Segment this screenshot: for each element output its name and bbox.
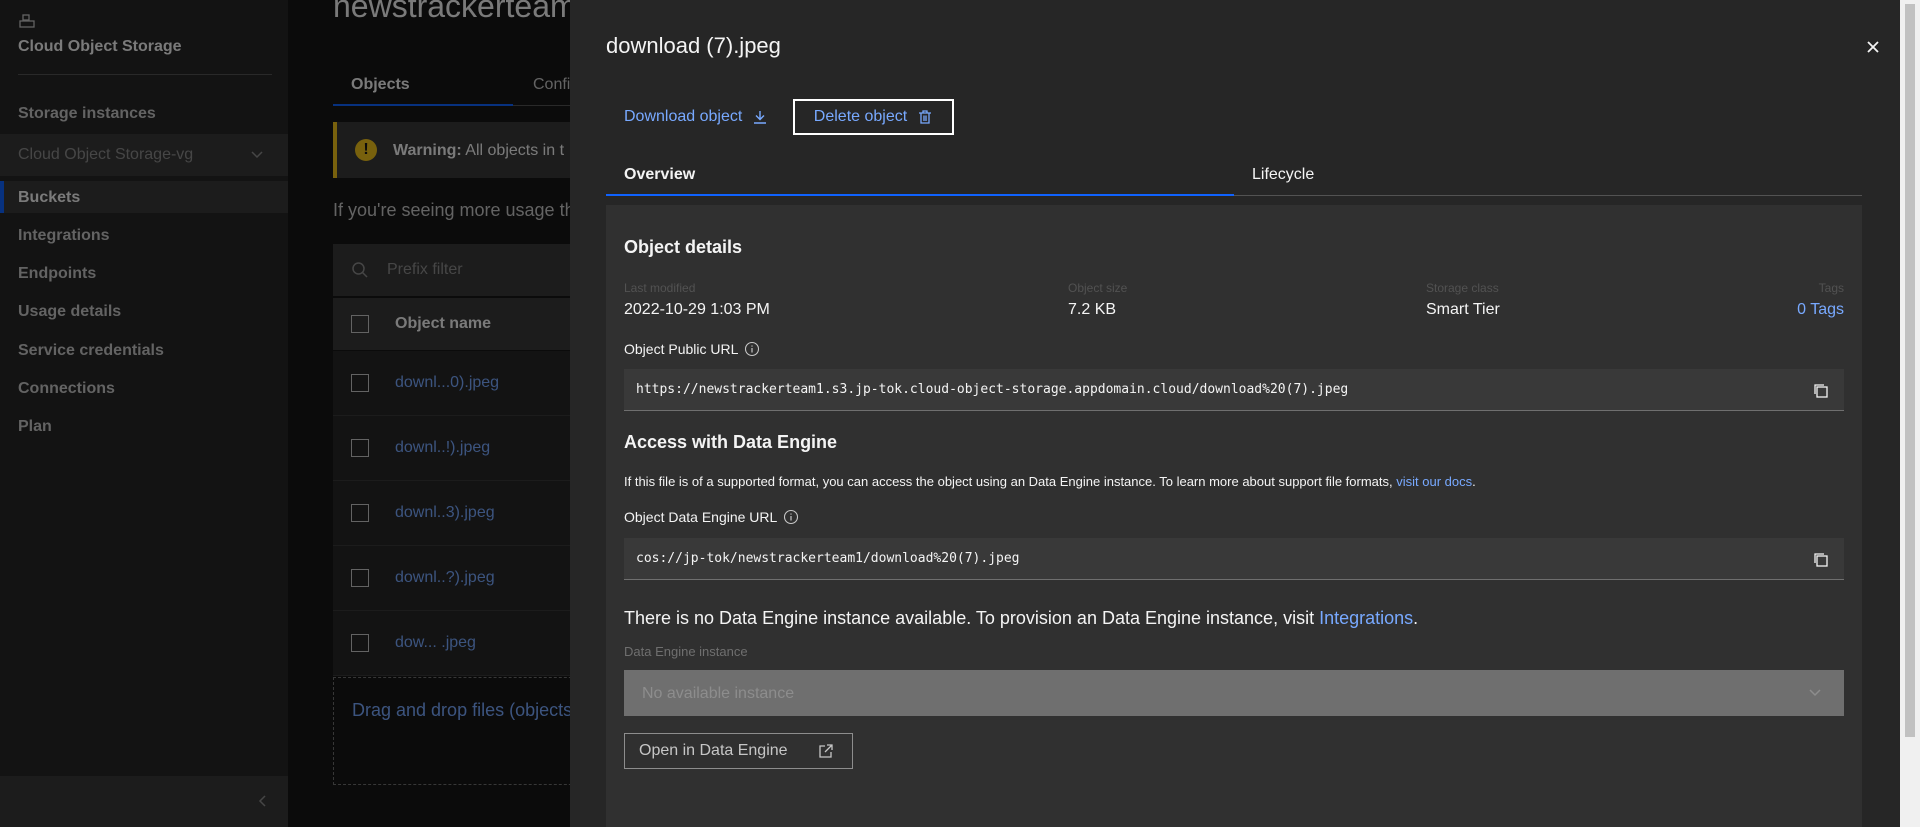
download-icon: [754, 111, 767, 124]
public-url-value: https://newstrackerteam1.s3.jp-tok.cloud…: [636, 382, 1349, 397]
tab-underline: [606, 194, 1234, 196]
no-instance-text: There is no Data Engine instance availab…: [624, 608, 1419, 628]
overview-content: Object details Last modified 2022-10-29 …: [606, 205, 1862, 827]
data-engine-instance-label: Data Engine instance: [624, 644, 748, 659]
close-icon[interactable]: [1856, 30, 1890, 64]
object-size-value: 7.2 KB: [1068, 301, 1117, 318]
data-engine-url-label-row: Object Data Engine URL: [624, 509, 799, 525]
last-modified-value: 2022-10-29 1:03 PM: [624, 301, 770, 318]
object-details-panel: download (7).jpeg Download object Delete…: [570, 0, 1900, 827]
trash-icon: [919, 110, 932, 124]
data-engine-description: If this file is of a supported format, y…: [624, 474, 1476, 489]
data-engine-url-label: Object Data Engine URL: [624, 509, 778, 525]
public-url-field[interactable]: https://newstrackerteam1.s3.jp-tok.cloud…: [624, 369, 1844, 411]
tags-label: Tags: [1818, 281, 1844, 295]
object-details-title: Object details: [624, 237, 743, 257]
data-engine-url-field[interactable]: cos://jp-tok/newstrackerteam1/download%2…: [624, 538, 1844, 580]
download-object-button[interactable]: Download object: [606, 99, 784, 135]
copy-icon[interactable]: [1812, 551, 1830, 569]
open-in-data-engine-button[interactable]: Open in Data Engine: [624, 733, 853, 769]
data-engine-title: Access with Data Engine: [624, 432, 838, 452]
data-engine-url-value: cos://jp-tok/newstrackerteam1/download%2…: [636, 551, 1020, 566]
last-modified-label: Last modified: [624, 281, 696, 295]
info-icon[interactable]: [783, 509, 799, 525]
public-url-label-row: Object Public URL: [624, 341, 760, 357]
object-size-label: Object size: [1068, 281, 1128, 295]
storage-class-value: Smart Tier: [1426, 301, 1500, 318]
page-scrollbar[interactable]: [1900, 0, 1920, 827]
storage-class-label: Storage class: [1426, 281, 1499, 295]
tags-link[interactable]: 0 Tags: [1797, 301, 1844, 319]
chevron-down-icon: [1809, 689, 1821, 697]
info-icon[interactable]: [744, 341, 760, 357]
tab-lifecycle[interactable]: Lifecycle: [1252, 166, 1314, 184]
panel-title: download (7).jpeg: [606, 33, 781, 58]
copy-icon[interactable]: [1812, 382, 1830, 400]
visit-docs-link[interactable]: visit our docs: [1396, 474, 1472, 489]
public-url-label: Object Public URL: [624, 341, 739, 357]
tab-overview[interactable]: Overview: [624, 166, 695, 184]
scrollbar-thumb[interactable]: [1905, 4, 1915, 737]
launch-icon: [818, 744, 833, 758]
data-engine-instance-select: No available instance: [624, 670, 1844, 716]
data-engine-instance-placeholder: No available instance: [642, 685, 795, 702]
tab-divider: [1234, 195, 1862, 196]
delete-object-button[interactable]: Delete object: [793, 99, 954, 135]
delete-object-label: Delete object: [813, 108, 908, 125]
integrations-link[interactable]: Integrations: [1319, 608, 1413, 628]
open-in-data-engine-label: Open in Data Engine: [639, 742, 788, 759]
download-object-label: Download object: [624, 108, 743, 125]
